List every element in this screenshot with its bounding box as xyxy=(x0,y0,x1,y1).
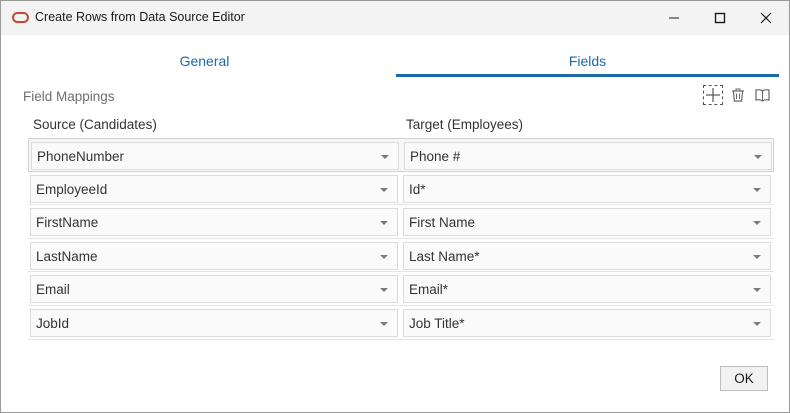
chevron-down-icon xyxy=(380,288,388,293)
table-row[interactable]: Email Email* xyxy=(28,272,774,306)
maximize-button[interactable] xyxy=(697,1,743,35)
table-row[interactable]: LastName Last Name* xyxy=(28,239,774,273)
window-title: Create Rows from Data Source Editor xyxy=(35,10,245,24)
chevron-down-icon xyxy=(753,221,761,226)
trash-icon xyxy=(732,88,744,102)
field-mappings-label: Field Mappings xyxy=(23,89,115,104)
oracle-logo-icon xyxy=(12,12,29,23)
minimize-icon xyxy=(669,17,679,19)
chevron-down-icon xyxy=(754,155,762,159)
dialog-window: Create Rows from Data Source Editor Gene… xyxy=(0,0,790,413)
target-column-header: Target (Employees) xyxy=(406,117,524,132)
chevron-down-icon xyxy=(380,254,388,259)
table-row[interactable]: PhoneNumber Phone # xyxy=(28,138,774,172)
title-bar[interactable]: Create Rows from Data Source Editor xyxy=(1,1,789,35)
source-field-value: FirstName xyxy=(36,215,99,231)
chevron-down-icon xyxy=(381,155,389,159)
book-icon xyxy=(754,89,770,102)
chevron-down-icon xyxy=(380,321,388,326)
mapping-table: PhoneNumber Phone # EmployeeId Id* First… xyxy=(28,138,774,340)
source-field-value: PhoneNumber xyxy=(37,149,125,164)
tab-bar: General Fields xyxy=(13,45,779,77)
ok-button[interactable]: OK xyxy=(720,366,768,391)
chevron-down-icon xyxy=(753,321,761,326)
table-row[interactable]: FirstName First Name xyxy=(28,205,774,239)
target-field-select[interactable]: First Name xyxy=(403,208,771,237)
source-field-select[interactable]: JobId xyxy=(30,308,398,337)
target-field-select[interactable]: Phone # xyxy=(404,142,772,170)
help-button[interactable] xyxy=(752,85,772,105)
tab-fields[interactable]: Fields xyxy=(396,45,779,77)
close-button[interactable] xyxy=(743,1,789,35)
tab-general[interactable]: General xyxy=(13,45,396,77)
plus-icon xyxy=(706,88,720,102)
target-field-value: Id* xyxy=(409,181,426,197)
chevron-down-icon xyxy=(753,288,761,293)
source-field-value: EmployeeId xyxy=(36,181,108,197)
chevron-down-icon xyxy=(380,187,388,192)
target-field-select[interactable]: Id* xyxy=(403,174,771,203)
maximize-icon xyxy=(714,12,726,24)
chevron-down-icon xyxy=(380,221,388,226)
target-field-select[interactable]: Job Title* xyxy=(403,308,771,337)
chevron-down-icon xyxy=(753,254,761,259)
source-field-value: JobId xyxy=(36,315,70,331)
target-field-value: Job Title* xyxy=(409,315,465,331)
target-field-value: Email* xyxy=(409,282,449,298)
target-field-value: Last Name* xyxy=(409,248,480,264)
target-field-value: First Name xyxy=(409,215,476,231)
source-field-select[interactable]: PhoneNumber xyxy=(31,142,399,170)
target-field-select[interactable]: Email* xyxy=(403,275,771,304)
table-row[interactable]: EmployeeId Id* xyxy=(28,172,774,206)
target-field-value: Phone # xyxy=(410,149,461,164)
delete-mapping-button[interactable] xyxy=(728,85,748,105)
target-field-select[interactable]: Last Name* xyxy=(403,241,771,270)
source-field-select[interactable]: FirstName xyxy=(30,208,398,237)
source-column-header: Source (Candidates) xyxy=(33,117,157,132)
chevron-down-icon xyxy=(753,187,761,192)
source-field-select[interactable]: LastName xyxy=(30,241,398,270)
minimize-button[interactable] xyxy=(651,1,697,35)
source-field-select[interactable]: Email xyxy=(30,275,398,304)
source-field-value: LastName xyxy=(36,248,98,264)
table-row[interactable]: JobId Job Title* xyxy=(28,306,774,340)
source-field-select[interactable]: EmployeeId xyxy=(30,174,398,203)
add-mapping-button[interactable] xyxy=(703,85,723,105)
close-icon xyxy=(760,12,772,24)
source-field-value: Email xyxy=(36,282,70,298)
